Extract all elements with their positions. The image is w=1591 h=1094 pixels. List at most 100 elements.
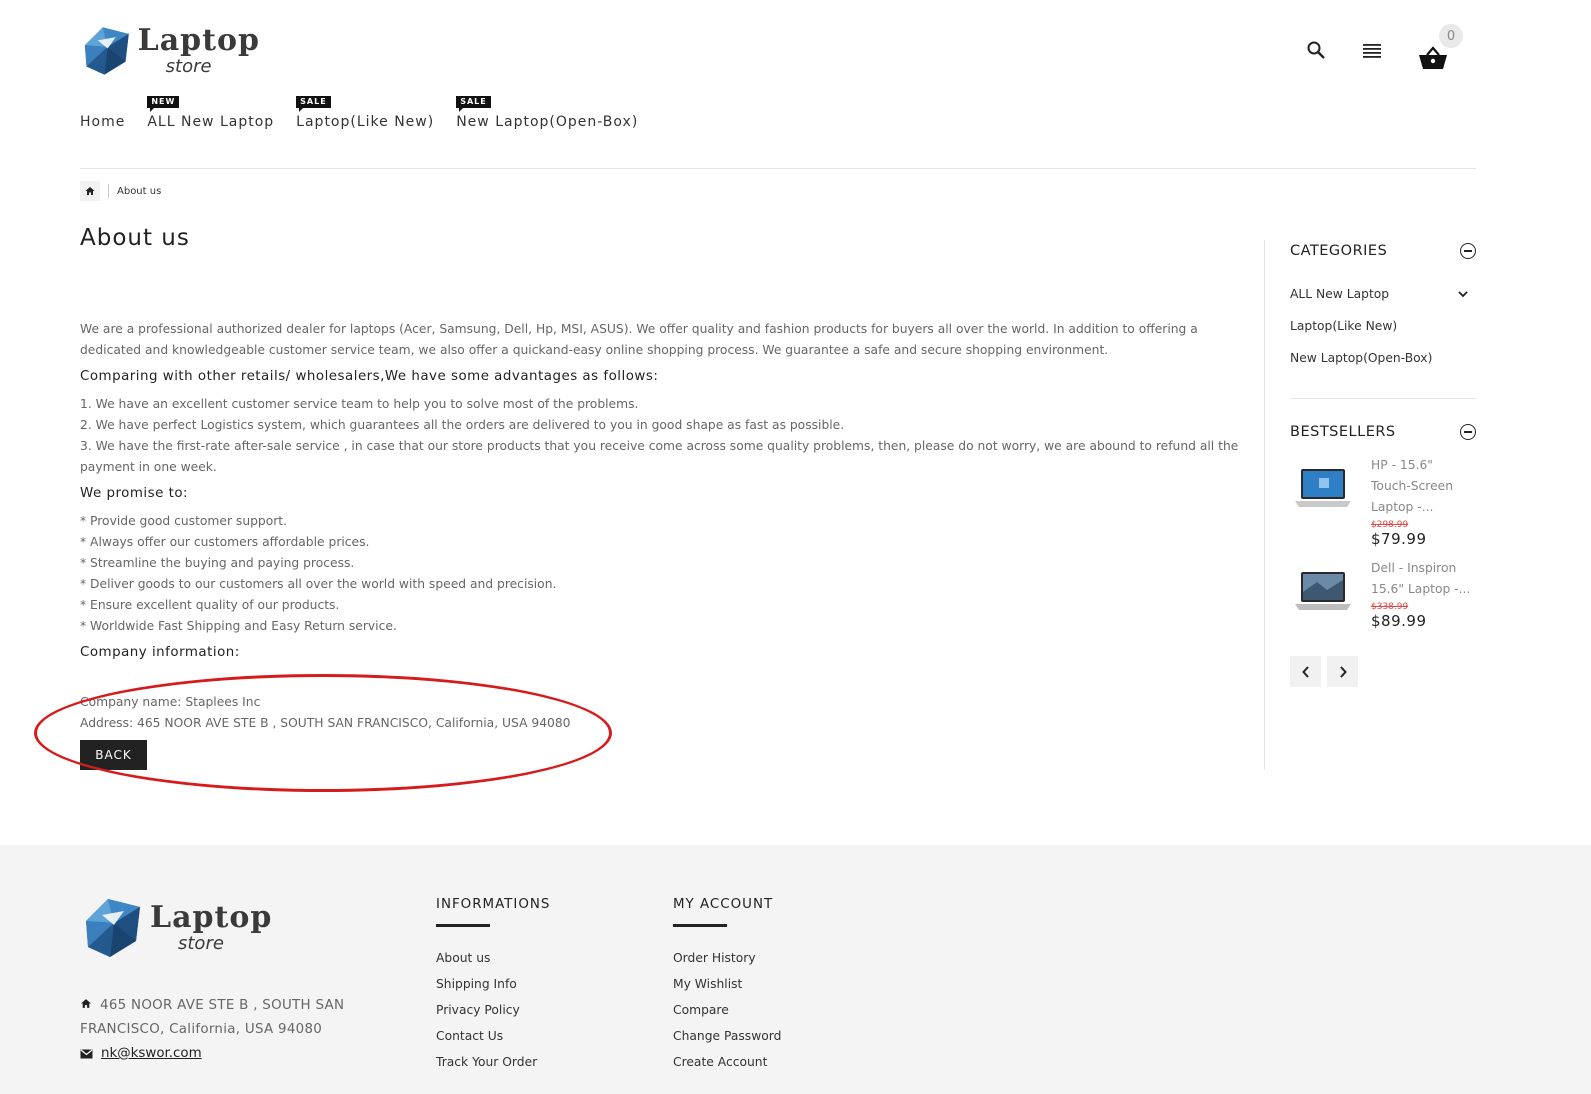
promise-item: * Ensure excellent quality of our produc… (80, 598, 340, 612)
bestseller-name[interactable]: HP - 15.6" Touch-Screen Laptop -... (1371, 455, 1476, 518)
nav-item-all-new-laptop[interactable]: NEW ALL New Laptop (147, 96, 274, 130)
footer-informations: INFORMATIONS About us Shipping Info Priv… (436, 897, 550, 1075)
category-label: New Laptop(Open-Box) (1290, 351, 1433, 365)
home-icon (80, 994, 94, 1018)
footer-link-shipping-info[interactable]: Shipping Info (436, 971, 550, 997)
intro-paragraph: We are a professional authorized dealer … (80, 322, 1198, 357)
footer-link-about-us[interactable]: About us (436, 945, 550, 971)
chevron-down-icon[interactable] (1458, 287, 1476, 301)
nav-badge-sale: SALE (456, 96, 491, 112)
bestseller-old-price: $338.99 (1371, 602, 1409, 612)
laptop-thumbnail-icon[interactable] (1290, 455, 1356, 521)
bestseller-price: $79.99 (1371, 530, 1427, 548)
page-title: About us (80, 225, 190, 251)
logo-title: Laptop (150, 900, 273, 935)
carousel-prev-button[interactable] (1290, 656, 1321, 687)
cart-count-badge: 0 (1439, 24, 1463, 48)
advantage-item: 3. We have the first-rate after-sale ser… (80, 439, 1239, 474)
chevron-right-icon (1339, 665, 1347, 678)
logo-tagline: store (178, 933, 224, 954)
company-name: Company name: Staplees Inc (80, 695, 261, 709)
about-content: About us We are a professional authorize… (80, 225, 1240, 770)
sidebar-divider (1264, 240, 1265, 770)
footer-link-compare[interactable]: Compare (673, 997, 781, 1023)
company-heading: Company information: (80, 645, 240, 660)
promise-item: * Always offer our customers affordable … (80, 535, 370, 549)
breadcrumb: About us (80, 181, 161, 201)
collapse-icon[interactable] (1460, 424, 1476, 440)
chevron-left-icon (1301, 665, 1309, 678)
footer-email-link[interactable]: nk@kswor.com (101, 1046, 202, 1061)
category-item-new-laptop-open-box[interactable]: New Laptop(Open-Box) (1290, 342, 1476, 374)
category-label: Laptop(Like New) (1290, 319, 1398, 333)
bestsellers-title: BESTSELLERS (1290, 424, 1396, 440)
advantage-item: 1. We have an excellent customer service… (80, 397, 639, 411)
header-actions: 0 (1303, 24, 1463, 70)
nav-item-label: ALL New Laptop (147, 114, 275, 130)
category-item-laptop-like-new[interactable]: Laptop(Like New) (1290, 310, 1476, 342)
logo-emblem-icon (86, 899, 140, 957)
nav-item-new-laptop-open-box[interactable]: SALE New Laptop(Open-Box) (456, 96, 638, 130)
menu-icon[interactable] (1359, 37, 1385, 63)
category-label: ALL New Laptop (1290, 287, 1390, 301)
logo-tagline: store (165, 56, 212, 77)
advantages-heading: Comparing with other retails/ wholesaler… (80, 369, 659, 384)
footer-title-underline (673, 924, 727, 927)
footer-link-privacy-policy[interactable]: Privacy Policy (436, 997, 550, 1023)
mail-icon (80, 1049, 93, 1059)
search-icon[interactable] (1303, 37, 1329, 63)
categories-header: CATEGORIES (1290, 238, 1476, 264)
nav-item-home[interactable]: Home (80, 96, 125, 130)
advantage-item: 2. We have perfect Logistics system, whi… (80, 418, 845, 432)
nav-item-label: New Laptop(Open-Box) (456, 114, 639, 130)
bestseller-item: HP - 15.6" Touch-Screen Laptop -... $298… (1290, 455, 1476, 548)
footer-link-change-password[interactable]: Change Password (673, 1023, 781, 1049)
footer-logo[interactable]: Laptop store (80, 895, 272, 961)
breadcrumb-home-icon[interactable] (80, 181, 100, 201)
bestseller-price: $89.99 (1371, 612, 1427, 630)
site-logo[interactable]: Laptop store (80, 18, 260, 84)
promise-item: * Streamline the buying and paying proce… (80, 556, 355, 570)
promise-item: * Deliver goods to our customers all ove… (80, 577, 557, 591)
header-divider (80, 168, 1476, 169)
footer-my-account: MY ACCOUNT Order History My Wishlist Com… (673, 897, 781, 1075)
footer-title-underline (436, 924, 490, 927)
company-address: Address: 465 NOOR AVE STE B , SOUTH SAN … (80, 716, 571, 730)
logo-emblem-icon (84, 27, 129, 75)
bestseller-old-price: $298.99 (1371, 520, 1409, 530)
category-list: ALL New Laptop Laptop(Like New) New Lapt… (1290, 278, 1476, 374)
basket-icon (1419, 46, 1447, 69)
category-item-all-new-laptop[interactable]: ALL New Laptop (1290, 278, 1476, 310)
nav-badge-sale: SALE (296, 96, 331, 112)
nav-item-label: Home (80, 114, 126, 130)
back-button[interactable]: BACK (80, 740, 147, 770)
site-footer: Laptop store 465 NOOR AVE STE B , SOUTH … (0, 845, 1591, 1094)
nav-badge-new: NEW (147, 96, 180, 112)
footer-address-text: 465 NOOR AVE STE B , SOUTH SAN FRANCISCO… (80, 998, 345, 1037)
sidebar-section-divider (1290, 398, 1476, 399)
bestsellers-header: BESTSELLERS (1290, 419, 1476, 445)
sidebar: CATEGORIES ALL New Laptop Laptop(Like Ne… (1290, 238, 1476, 687)
carousel-next-button[interactable] (1327, 656, 1358, 687)
footer-informations-title: INFORMATIONS (436, 897, 551, 912)
promise-heading: We promise to: (80, 486, 189, 501)
footer-link-contact-us[interactable]: Contact Us (436, 1023, 550, 1049)
footer-email: nk@kswor.com (80, 1046, 202, 1061)
bestseller-name[interactable]: Dell - Inspiron 15.6" Laptop -... (1371, 558, 1476, 600)
logo-title: Laptop (137, 23, 260, 58)
footer-link-create-account[interactable]: Create Account (673, 1049, 781, 1075)
collapse-icon[interactable] (1460, 243, 1476, 259)
footer-account-title: MY ACCOUNT (673, 897, 774, 912)
nav-item-label: Laptop(Like New) (296, 114, 435, 130)
footer-link-my-wishlist[interactable]: My Wishlist (673, 971, 781, 997)
footer-link-track-order[interactable]: Track Your Order (436, 1049, 550, 1075)
laptop-thumbnail-icon[interactable] (1290, 558, 1356, 624)
cart-button[interactable]: 0 (1415, 24, 1463, 70)
promise-item: * Worldwide Fast Shipping and Easy Retur… (80, 619, 397, 633)
main-nav: Home NEW ALL New Laptop SALE Laptop(Like… (80, 96, 638, 130)
promise-item: * Provide good customer support. (80, 514, 288, 528)
nav-item-laptop-like-new[interactable]: SALE Laptop(Like New) (296, 96, 434, 130)
footer-link-order-history[interactable]: Order History (673, 945, 781, 971)
footer-address: 465 NOOR AVE STE B , SOUTH SAN FRANCISCO… (80, 994, 380, 1042)
breadcrumb-current: About us (117, 185, 162, 197)
